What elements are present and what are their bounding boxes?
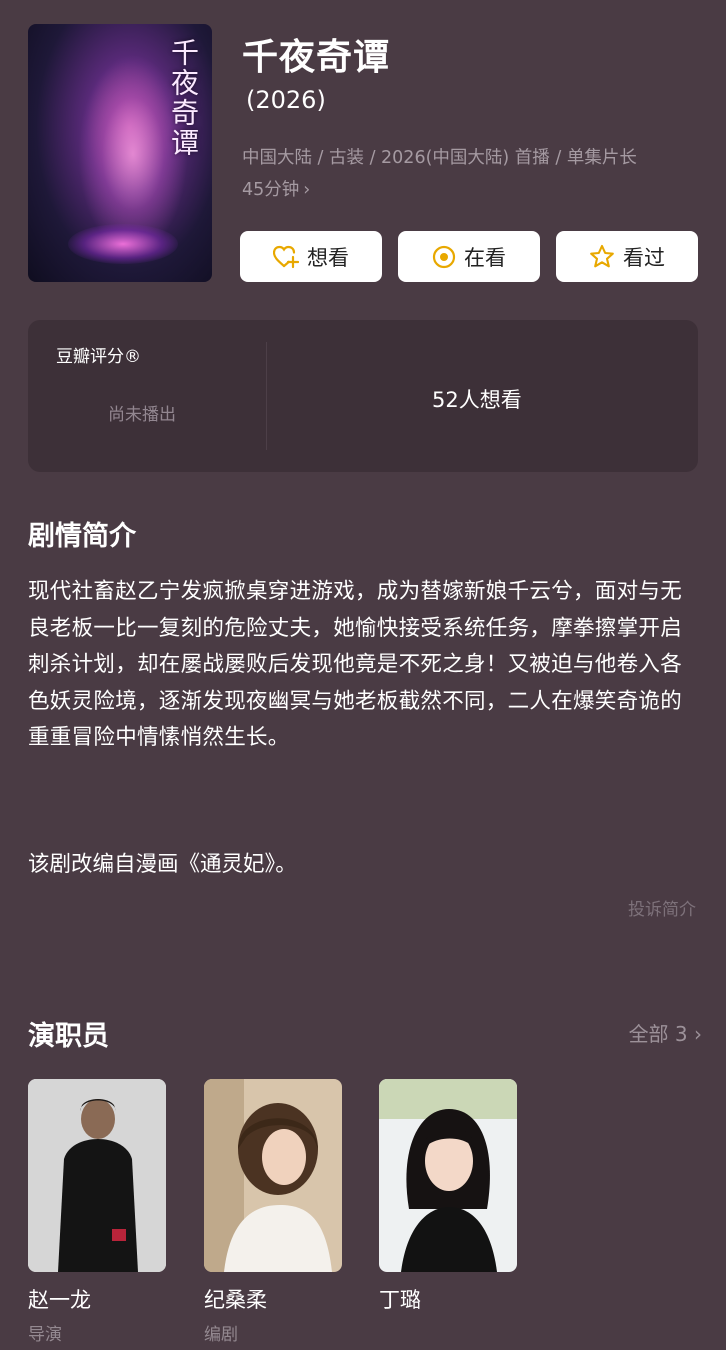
- person-photo-3: [379, 1079, 517, 1272]
- cast-photo-3[interactable]: [379, 1079, 517, 1272]
- synopsis-heading: 剧情简介: [28, 521, 136, 552]
- page-title: 千夜奇谭: [242, 37, 391, 78]
- want-to-watch-button[interactable]: 想看: [240, 231, 382, 282]
- person-photo-1: [28, 1079, 166, 1272]
- star-icon: [590, 244, 614, 268]
- heart-plus-icon: [273, 245, 299, 268]
- target-icon: [432, 245, 456, 268]
- poster-image[interactable]: 千夜奇谭: [28, 24, 212, 282]
- douban-rating-label: 豆瓣评分®: [56, 347, 141, 367]
- watched-button[interactable]: 看过: [556, 231, 698, 282]
- meta-line-2: 45分钟 ›: [242, 174, 702, 206]
- person-photo-2: [204, 1079, 342, 1272]
- rating-status: 尚未播出: [108, 405, 176, 425]
- cast-all-link[interactable]: 全部 3 ›: [629, 1018, 702, 1047]
- want-to-watch-label: 想看: [307, 245, 349, 270]
- want-count[interactable]: 52人想看: [432, 384, 522, 414]
- rating-card[interactable]: 豆瓣评分® 尚未播出 52人想看: [28, 320, 698, 472]
- watched-label: 看过: [623, 245, 665, 270]
- cast-name-2[interactable]: 纪桑柔: [204, 1284, 267, 1314]
- cast-name-1[interactable]: 赵一龙: [28, 1284, 91, 1314]
- meta-line: 中国大陆 / 古装 / 2026(中国大陆) 首播 / 单集片长: [242, 148, 637, 168]
- meta-info[interactable]: 中国大陆 / 古装 / 2026(中国大陆) 首播 / 单集片长 45分钟 ›: [242, 142, 702, 206]
- release-year: (2026): [246, 86, 326, 114]
- rating-divider: [266, 342, 267, 450]
- watching-label: 在看: [464, 245, 506, 270]
- cast-name-3[interactable]: 丁璐: [379, 1284, 421, 1314]
- chevron-right-icon: ›: [303, 180, 311, 200]
- cast-photo-1[interactable]: [28, 1079, 166, 1272]
- cast-role-1: 导演: [28, 1325, 62, 1345]
- cast-heading: 演职员: [28, 1021, 109, 1052]
- synopsis-note: 该剧改编自漫画《通灵妃》。: [28, 852, 297, 877]
- watching-button[interactable]: 在看: [398, 231, 540, 282]
- report-synopsis-link[interactable]: 投诉简介: [628, 895, 696, 920]
- synopsis-text: 现代社畜赵乙宁发疯掀桌穿进游戏，成为替嫁新娘千云兮，面对与无良老板一比一复刻的危…: [28, 579, 683, 750]
- cast-role-2: 编剧: [204, 1325, 238, 1345]
- cast-photo-2[interactable]: [204, 1079, 342, 1272]
- poster-calligraphy: 千夜奇谭: [167, 38, 200, 158]
- episode-length: 45分钟: [242, 180, 300, 200]
- poster-pool: [68, 224, 178, 264]
